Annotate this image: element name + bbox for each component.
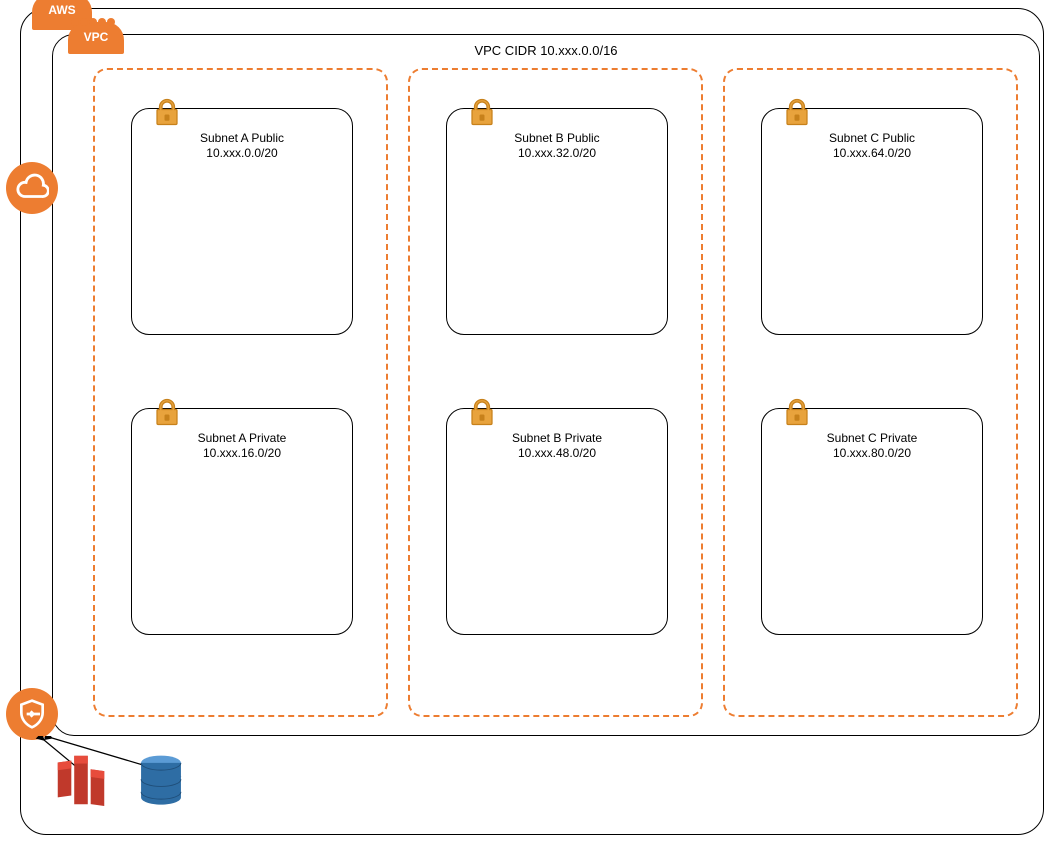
subnet-cidr: 10.xxx.64.0/20	[833, 146, 911, 160]
redshift-icon	[50, 750, 112, 815]
vpc-container: VPC CIDR 10.xxx.0.0/16 Subnet A Public 1…	[52, 34, 1040, 736]
subnet-c-public: Subnet C Public 10.xxx.64.0/20	[761, 108, 983, 335]
subnet-label: Subnet A Public 10.xxx.0.0/20	[132, 131, 352, 161]
availability-zone-a: Subnet A Public 10.xxx.0.0/20 Subnet A P…	[93, 68, 388, 717]
subnet-name: Subnet C Public	[829, 131, 915, 145]
availability-zone-b: Subnet B Public 10.xxx.32.0/20 Subnet B …	[408, 68, 703, 717]
subnet-c-private: Subnet C Private 10.xxx.80.0/20	[761, 408, 983, 635]
subnet-b-public: Subnet B Public 10.xxx.32.0/20	[446, 108, 668, 335]
cloud-icon	[15, 171, 49, 205]
subnet-cidr: 10.xxx.0.0/20	[206, 146, 277, 160]
lock-icon	[152, 397, 182, 427]
subnet-b-private: Subnet B Private 10.xxx.48.0/20	[446, 408, 668, 635]
subnet-label: Subnet A Private 10.xxx.16.0/20	[132, 431, 352, 461]
subnet-a-public: Subnet A Public 10.xxx.0.0/20	[131, 108, 353, 335]
dynamodb-icon	[132, 750, 190, 815]
subnet-name: Subnet A Private	[198, 431, 287, 445]
aws-badge-label: AWS	[48, 3, 75, 17]
subnet-cidr: 10.xxx.32.0/20	[518, 146, 596, 160]
aws-services	[50, 750, 190, 815]
subnet-label: Subnet B Public 10.xxx.32.0/20	[447, 131, 667, 161]
subnet-label: Subnet C Private 10.xxx.80.0/20	[762, 431, 982, 461]
vpc-badge-label: VPC	[84, 30, 109, 44]
lock-icon	[467, 97, 497, 127]
subnet-cidr: 10.xxx.80.0/20	[833, 446, 911, 460]
lock-icon	[782, 97, 812, 127]
vpc-cidr-label: VPC CIDR 10.xxx.0.0/16	[53, 43, 1039, 58]
subnet-label: Subnet B Private 10.xxx.48.0/20	[447, 431, 667, 461]
internet-gateway-icon	[6, 162, 58, 214]
subnet-a-private: Subnet A Private 10.xxx.16.0/20	[131, 408, 353, 635]
shield-icon	[16, 698, 48, 730]
subnet-cidr: 10.xxx.16.0/20	[203, 446, 281, 460]
availability-zone-c: Subnet C Public 10.xxx.64.0/20 Subnet C …	[723, 68, 1018, 717]
subnet-label: Subnet C Public 10.xxx.64.0/20	[762, 131, 982, 161]
lock-icon	[467, 397, 497, 427]
lock-icon	[782, 397, 812, 427]
subnet-name: Subnet A Public	[200, 131, 284, 145]
subnet-name: Subnet B Private	[512, 431, 602, 445]
lock-icon	[152, 97, 182, 127]
subnet-cidr: 10.xxx.48.0/20	[518, 446, 596, 460]
subnet-name: Subnet C Private	[827, 431, 918, 445]
vpc-endpoint-icon	[6, 688, 58, 740]
vpc-badge: VPC	[68, 22, 124, 54]
subnet-name: Subnet B Public	[514, 131, 599, 145]
